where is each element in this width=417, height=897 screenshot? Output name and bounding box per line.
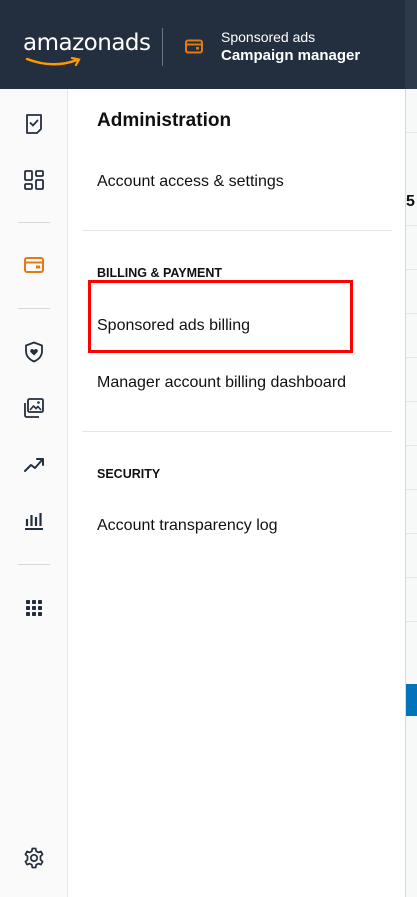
background-page-strip: 5 xyxy=(405,89,417,897)
bg-row-line xyxy=(406,225,417,226)
panel-title: Administration xyxy=(97,110,232,131)
logo-text: amazonads xyxy=(23,30,151,56)
bg-row-line xyxy=(406,401,417,402)
logo-smile-icon xyxy=(25,57,81,67)
bar-chart-icon[interactable] xyxy=(22,508,46,532)
creative-gallery-icon[interactable] xyxy=(22,396,46,420)
bg-blue-button xyxy=(406,684,417,716)
sponsored-ads-wallet-icon xyxy=(185,39,203,54)
bg-row-line xyxy=(406,313,417,314)
top-navigation-bar: amazonads Sponsored ads Campaign manager xyxy=(0,0,417,89)
header-divider xyxy=(162,28,163,66)
bg-row-line xyxy=(406,445,417,446)
settings-gear-icon[interactable] xyxy=(22,846,46,870)
section-heading-security: SECURITY xyxy=(97,467,161,481)
bg-row-line xyxy=(406,357,417,358)
menu-item-transparency-log[interactable]: Account transparency log xyxy=(97,517,278,535)
trend-chart-icon[interactable] xyxy=(22,452,46,476)
tasks-icon[interactable] xyxy=(22,112,46,136)
section-heading-billing: BILLING & PAYMENT xyxy=(97,266,223,280)
billing-wallet-icon[interactable] xyxy=(22,253,46,277)
dashboard-icon[interactable] xyxy=(22,168,46,192)
bg-row-line xyxy=(406,621,417,622)
rail-divider xyxy=(18,222,50,223)
header-edge xyxy=(405,0,417,89)
menu-item-manager-billing-dashboard[interactable]: Manager account billing dashboard xyxy=(97,374,346,392)
menu-item-account-access[interactable]: Account access & settings xyxy=(97,173,284,191)
section-divider xyxy=(82,230,392,231)
bg-row-line xyxy=(406,269,417,270)
icon-sidebar xyxy=(0,89,68,897)
product-name[interactable]: Sponsored ads xyxy=(221,29,315,45)
bg-partial-value: 5 xyxy=(406,193,415,210)
bg-row-line xyxy=(406,577,417,578)
amazon-ads-logo[interactable]: amazonads xyxy=(23,30,151,67)
administration-menu-panel: Administration Account access & settings… xyxy=(69,89,405,897)
product-section[interactable]: Campaign manager xyxy=(221,47,360,64)
highlight-box xyxy=(88,280,353,353)
bg-row-line xyxy=(406,533,417,534)
shield-heart-icon[interactable] xyxy=(22,340,46,364)
bg-row-line xyxy=(406,132,417,133)
bg-row-line xyxy=(406,489,417,490)
section-divider xyxy=(82,431,392,432)
rail-divider xyxy=(18,564,50,565)
rail-divider xyxy=(18,308,50,309)
apps-grid-icon[interactable] xyxy=(22,596,46,620)
